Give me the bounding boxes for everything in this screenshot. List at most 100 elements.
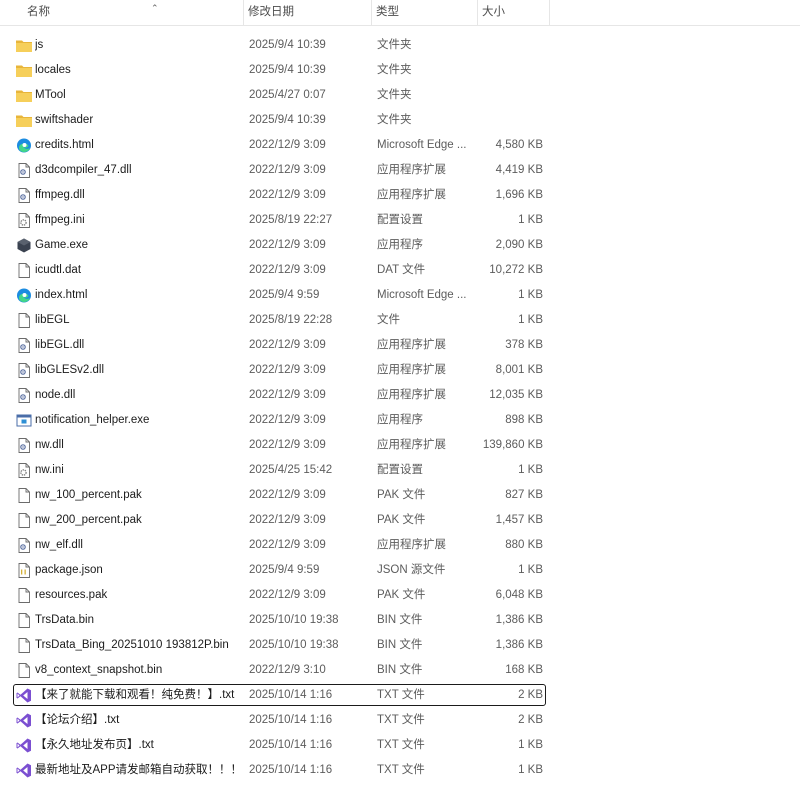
file-row[interactable]: 【来了就能下载和观看！纯免费！】.txt 2025/10/14 1:16 TXT 文…	[0, 683, 800, 708]
file-name: TrsData.bin	[35, 614, 95, 626]
file-modified-date: 2022/12/9 3:09	[249, 439, 326, 451]
file-icon	[15, 612, 33, 629]
file-row[interactable]: libGLESv2.dll 2022/12/9 3:09 应用程序扩展 8,001 K…	[0, 358, 800, 383]
column-header-modified[interactable]: 修改日期	[244, 0, 372, 25]
folder-icon	[15, 37, 33, 54]
file-row[interactable]: v8_context_snapshot.bin 2022/12/9 3:10 BIN…	[0, 658, 800, 683]
file-row[interactable]: swiftshader 2025/9/4 10:39 文件夹	[0, 108, 800, 133]
file-size: 1 KB	[518, 289, 543, 301]
dll-icon	[15, 437, 33, 454]
file-size: 1,386 KB	[495, 614, 543, 626]
file-row[interactable]: node.dll 2022/12/9 3:09 应用程序扩展 12,035 KB	[0, 383, 800, 408]
file-icon	[15, 487, 33, 504]
file-icon	[15, 662, 33, 679]
file-name: resources.pak	[35, 589, 108, 601]
file-modified-date: 2025/4/27 0:07	[249, 89, 326, 101]
file-row[interactable]: notification_helper.exe 2022/12/9 3:09 应用程…	[0, 408, 800, 433]
column-modified-label: 修改日期	[248, 6, 294, 18]
file-modified-date: 2025/10/10 19:38	[249, 639, 339, 651]
file-type: 文件夹	[377, 89, 412, 101]
file-size: 10,272 KB	[489, 264, 543, 276]
file-name: locales	[35, 64, 71, 76]
column-header-size[interactable]: 大小	[478, 0, 550, 25]
exe-icon	[15, 412, 33, 429]
file-row[interactable]: index.html 2025/9/4 9:59 Microsoft Edge ..…	[0, 283, 800, 308]
file-modified-date: 2025/10/14 1:16	[249, 714, 333, 726]
file-row[interactable]: libEGL 2025/8/19 22:28 文件 1 KB	[0, 308, 800, 333]
file-row[interactable]: TrsData.bin 2025/10/10 19:38 BIN 文件 1,386 K…	[0, 608, 800, 633]
file-name: 【永久地址发布页】.txt	[35, 739, 154, 751]
file-icon	[15, 312, 33, 329]
file-row[interactable]: 【论坛介绍】.txt 2025/10/14 1:16 TXT 文件 2 KB	[0, 708, 800, 733]
file-size: 1 KB	[518, 764, 543, 776]
file-size: 1 KB	[518, 464, 543, 476]
file-row[interactable]: MTool 2025/4/27 0:07 文件夹	[0, 83, 800, 108]
file-row[interactable]: ffmpeg.dll 2022/12/9 3:09 应用程序扩展 1,696 KB	[0, 183, 800, 208]
file-name: nw.ini	[35, 464, 64, 476]
file-row[interactable]: libEGL.dll 2022/12/9 3:09 应用程序扩展 378 KB	[0, 333, 800, 358]
file-row[interactable]: 【永久地址发布页】.txt 2025/10/14 1:16 TXT 文件 1 KB	[0, 733, 800, 758]
file-size: 827 KB	[505, 489, 543, 501]
file-row[interactable]: nw_100_percent.pak 2022/12/9 3:09 PAK 文件 82…	[0, 483, 800, 508]
file-icon	[15, 637, 33, 654]
file-row[interactable]: nw.dll 2022/12/9 3:09 应用程序扩展 139,860 KB	[0, 433, 800, 458]
file-modified-date: 2022/12/9 3:09	[249, 389, 326, 401]
file-row[interactable]: locales 2025/9/4 10:39 文件夹	[0, 58, 800, 83]
dll-icon	[15, 187, 33, 204]
file-row[interactable]: TrsData_Bing_20251010 193812P.bin 2025/10…	[0, 633, 800, 658]
file-row[interactable]: resources.pak 2022/12/9 3:09 PAK 文件 6,048 K…	[0, 583, 800, 608]
file-name: libEGL.dll	[35, 339, 85, 351]
file-modified-date: 2022/12/9 3:09	[249, 189, 326, 201]
column-name-label: 名称	[27, 6, 50, 18]
file-name: libEGL	[35, 314, 70, 326]
file-size: 1 KB	[518, 314, 543, 326]
file-name: nw.dll	[35, 439, 64, 451]
edge-icon	[15, 137, 33, 154]
file-name: MTool	[35, 89, 66, 101]
file-row[interactable]: package.json 2025/9/4 9:59 JSON 源文件 1 KB	[0, 558, 800, 583]
file-row[interactable]: 最新地址及APP请发邮箱自动获取！！！.... 2025/10/14 1:16 TX…	[0, 758, 800, 783]
file-modified-date: 2025/10/14 1:16	[249, 764, 333, 776]
file-row[interactable]: nw_elf.dll 2022/12/9 3:09 应用程序扩展 880 KB	[0, 533, 800, 558]
file-modified-date: 2022/12/9 3:09	[249, 514, 326, 526]
file-row[interactable]: nw.ini 2025/4/25 15:42 配置设置 1 KB	[0, 458, 800, 483]
file-modified-date: 2025/8/19 22:28	[249, 314, 333, 326]
file-modified-date: 2022/12/9 3:09	[249, 164, 326, 176]
file-row[interactable]: js 2025/9/4 10:39 文件夹	[0, 33, 800, 58]
file-name: nw_100_percent.pak	[35, 489, 142, 501]
file-size: 1,386 KB	[495, 639, 543, 651]
column-header-type[interactable]: 类型	[372, 0, 478, 25]
file-name: nw_200_percent.pak	[35, 514, 142, 526]
sort-up-icon: ⌃	[151, 3, 159, 13]
file-row[interactable]: d3dcompiler_47.dll 2022/12/9 3:09 应用程序扩展 4,…	[0, 158, 800, 183]
file-row[interactable]: ffmpeg.ini 2025/8/19 22:27 配置设置 1 KB	[0, 208, 800, 233]
file-row[interactable]: credits.html 2022/12/9 3:09 Microsoft Edge…	[0, 133, 800, 158]
file-size: 1 KB	[518, 739, 543, 751]
dll-icon	[15, 162, 33, 179]
file-row[interactable]: Game.exe 2022/12/9 3:09 应用程序 2,090 KB	[0, 233, 800, 258]
file-size: 378 KB	[505, 339, 543, 351]
game-exe-icon	[15, 237, 33, 254]
file-name: package.json	[35, 564, 103, 576]
file-size: 1,457 KB	[495, 514, 543, 526]
column-type-label: 类型	[376, 6, 399, 18]
file-size: 8,001 KB	[495, 364, 543, 376]
column-header-name[interactable]: 名称 ⌃	[23, 0, 244, 25]
file-name: nw_elf.dll	[35, 539, 83, 551]
file-row[interactable]: nw_200_percent.pak 2022/12/9 3:09 PAK 文件 1,…	[0, 508, 800, 533]
file-modified-date: 2025/10/14 1:16	[249, 689, 333, 701]
file-size: 4,419 KB	[495, 164, 543, 176]
file-name: TrsData_Bing_20251010 193812P.bin	[35, 639, 229, 651]
file-name: ffmpeg.ini	[35, 214, 85, 226]
file-modified-date: 2025/9/4 9:59	[249, 289, 320, 301]
file-name: libGLESv2.dll	[35, 364, 105, 376]
file-size: 880 KB	[505, 539, 543, 551]
file-row[interactable]: icudtl.dat 2022/12/9 3:09 DAT 文件 10,272 KB	[0, 258, 800, 283]
ini-icon	[15, 462, 33, 479]
file-size: 898 KB	[505, 414, 543, 426]
file-size: 4,580 KB	[495, 139, 543, 151]
file-modified-date: 2022/12/9 3:09	[249, 489, 326, 501]
file-modified-date: 2022/12/9 3:09	[249, 264, 326, 276]
dll-icon	[15, 537, 33, 554]
folder-icon	[15, 62, 33, 79]
